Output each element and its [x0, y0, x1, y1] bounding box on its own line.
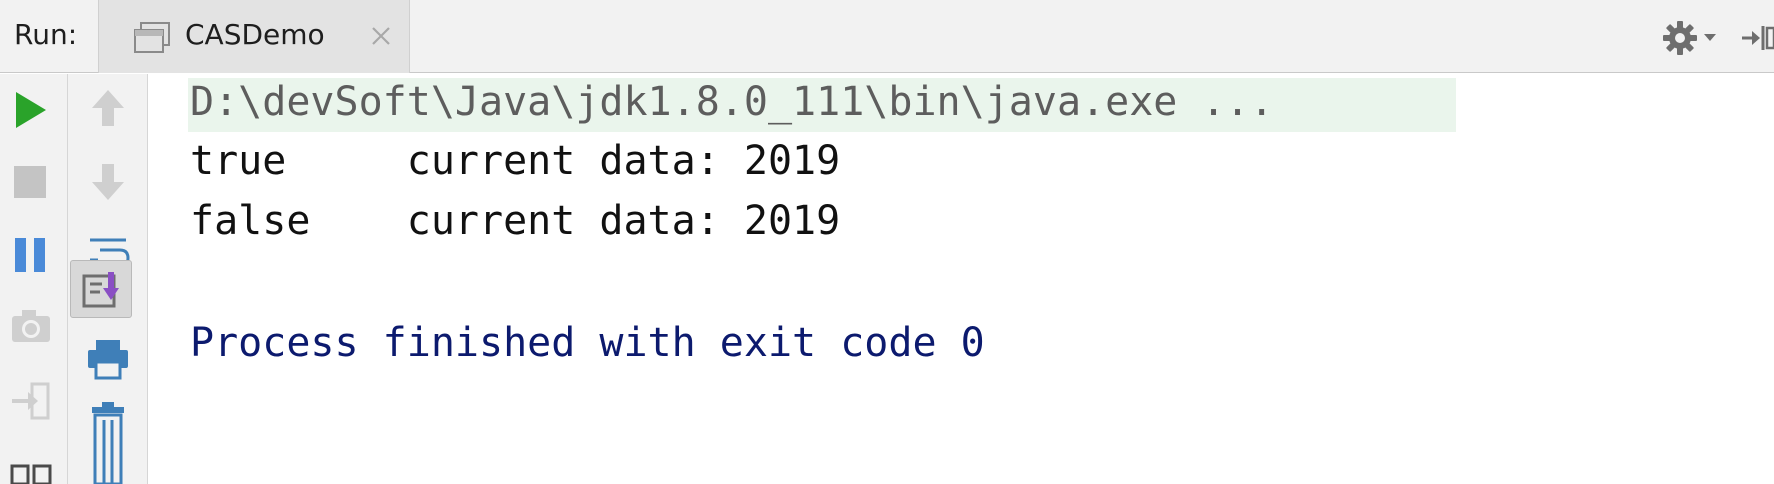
up-arrow-icon[interactable] — [90, 88, 126, 128]
trash-icon[interactable] — [88, 400, 128, 484]
login-icon[interactable] — [10, 382, 52, 420]
tab-casdemo[interactable]: CASDemo — [98, 0, 410, 73]
console-actions-toolbar — [68, 74, 148, 484]
tab-label: CASDemo — [185, 18, 325, 51]
print-icon[interactable] — [86, 338, 130, 380]
output-line: false current data: 2019 — [190, 198, 841, 244]
close-icon[interactable] — [369, 24, 393, 48]
camera-icon[interactable] — [10, 308, 52, 344]
down-arrow-icon[interactable] — [90, 162, 126, 202]
run-icon[interactable] — [12, 90, 48, 130]
scroll-to-end-button[interactable] — [70, 260, 132, 318]
command-line[interactable]: D:\devSoft\Java\jdk1.8.0_111\bin\java.ex… — [190, 76, 1274, 128]
stop-icon[interactable] — [12, 164, 48, 200]
run-label: Run: — [14, 18, 78, 51]
console-tab-icon — [134, 22, 170, 53]
run-tool-window-header: Run: CASDemo — [0, 0, 1774, 73]
chevron-down-icon[interactable] — [1704, 34, 1716, 42]
hide-panel-icon[interactable] — [1740, 20, 1774, 56]
scroll-to-end-icon — [82, 272, 119, 308]
gear-icon[interactable] — [1660, 18, 1700, 58]
pause-icon[interactable] — [12, 236, 48, 274]
exit-message: Process finished with exit code 0 — [190, 320, 985, 366]
run-actions-toolbar — [0, 74, 68, 484]
layout-icon[interactable] — [10, 460, 52, 484]
output-line: true current data: 2019 — [190, 138, 841, 184]
console-output[interactable]: D:\devSoft\Java\jdk1.8.0_111\bin\java.ex… — [148, 74, 1774, 484]
